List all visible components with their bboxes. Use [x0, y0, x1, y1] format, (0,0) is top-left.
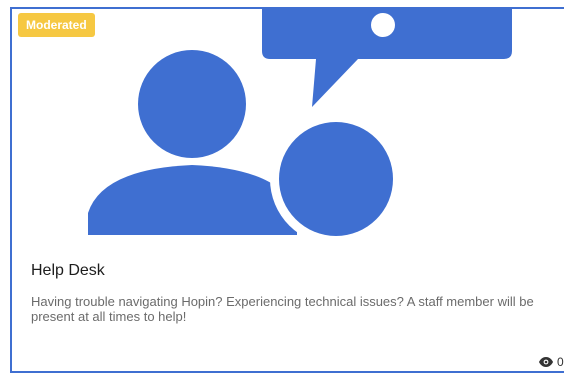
person-body	[88, 165, 297, 235]
view-count-value: 0	[557, 355, 564, 369]
speech-bubble-dot	[371, 13, 395, 37]
second-person-head	[279, 122, 393, 236]
eye-icon	[539, 357, 553, 367]
help-desk-illustration	[88, 9, 512, 239]
moderated-badge: Moderated	[18, 13, 95, 37]
session-title: Help Desk	[31, 262, 105, 279]
person-head	[138, 50, 246, 158]
session-description: Having trouble navigating Hopin? Experie…	[31, 294, 534, 324]
help-desk-session-card[interactable]: Moderated Help Desk Having trouble navig…	[10, 7, 564, 373]
view-count: 0	[539, 355, 564, 369]
